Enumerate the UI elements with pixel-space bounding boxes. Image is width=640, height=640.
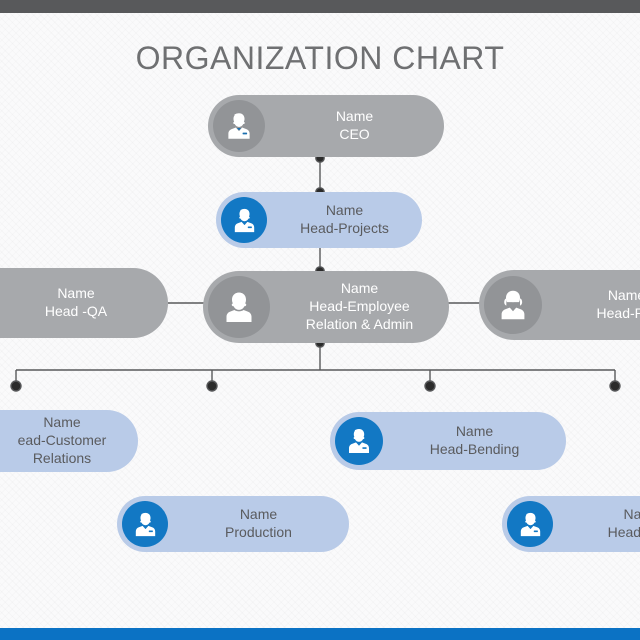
avatar-badge-production: [122, 501, 168, 547]
org-node-head-customer-relations-labels: Name ead-Customer Relations: [0, 414, 138, 468]
org-node-head-maintenance-labels: Na Head-M: [553, 506, 640, 542]
org-node-head-maintenance-role: Head-M: [607, 524, 640, 540]
org-node-head-projects-role: Head-Projects: [300, 220, 389, 236]
org-node-head-employee-relation-admin-labels: Name Head-Employee Relation & Admin: [270, 280, 449, 334]
org-node-head-bending-role: Head-Bending: [429, 441, 520, 457]
org-node-production-labels: Name Production: [168, 506, 349, 542]
org-node-head-procurement[interactable]: Name Head-Pro: [479, 270, 640, 340]
org-node-head-customer-relations-role2: Relations: [32, 449, 92, 466]
org-node-head-procurement-name: Name: [607, 287, 640, 304]
person-head-icon: [226, 292, 252, 322]
org-node-head-qa[interactable]: Name Head -QA: [0, 268, 168, 338]
org-node-head-employee-relation-admin-role2: Relation & Admin: [305, 315, 414, 332]
person-tie-icon: [228, 113, 250, 139]
org-node-head-qa-labels: Name Head -QA: [0, 285, 168, 321]
org-node-head-bending[interactable]: Name Head-Bending: [330, 412, 566, 470]
org-node-ceo-name: Name: [335, 108, 374, 125]
org-node-head-bending-name: Name: [455, 423, 494, 440]
org-node-head-procurement-role: Head-Pro: [596, 305, 640, 321]
org-node-ceo-labels: Name CEO: [265, 108, 444, 144]
org-node-head-customer-relations[interactable]: Name ead-Customer Relations: [0, 410, 138, 472]
person-tie-icon: [349, 429, 369, 453]
person-female-icon: [501, 290, 525, 320]
org-node-production[interactable]: Name Production: [117, 496, 349, 552]
org-node-head-projects-labels: Name Head-Projects: [267, 202, 422, 238]
slide-canvas: ORGANIZATION CHART Name CEO Name Head-Pr…: [0, 0, 640, 640]
avatar-badge-head-projects: [221, 197, 267, 243]
avatar-badge-ceo: [213, 100, 265, 152]
org-node-head-maintenance-name: Na: [623, 506, 640, 523]
org-node-head-customer-relations-name: Name: [43, 414, 81, 431]
org-node-head-employee-relation-admin[interactable]: Name Head-Employee Relation & Admin: [203, 271, 449, 343]
avatar-badge-head-bending: [335, 417, 383, 465]
avatar-badge-head-employee-relation-admin: [208, 276, 270, 338]
org-node-head-procurement-labels: Name Head-Pro: [542, 287, 640, 323]
org-node-ceo[interactable]: Name CEO: [208, 95, 444, 157]
org-node-ceo-role: CEO: [339, 126, 370, 142]
org-node-head-projects[interactable]: Name Head-Projects: [216, 192, 422, 248]
org-node-head-bending-labels: Name Head-Bending: [383, 423, 566, 459]
person-tie-icon: [520, 512, 540, 536]
org-node-head-maintenance[interactable]: Na Head-M: [502, 496, 640, 552]
org-node-production-role: Production: [225, 524, 292, 540]
org-node-head-customer-relations-role: ead-Customer: [17, 432, 107, 449]
person-tie-icon: [234, 208, 254, 232]
org-node-head-qa-name: Name: [57, 285, 95, 302]
org-node-head-employee-relation-admin-name: Name: [340, 280, 379, 297]
avatar-badge-head-procurement: [484, 276, 542, 334]
org-node-production-name: Name: [239, 506, 278, 523]
org-node-head-projects-name: Name: [325, 202, 364, 219]
avatar-badge-head-maintenance: [507, 501, 553, 547]
org-node-head-qa-role: Head -QA: [44, 303, 108, 319]
org-node-head-employee-relation-admin-role: Head-Employee: [309, 298, 410, 315]
person-tie-icon: [135, 512, 155, 536]
